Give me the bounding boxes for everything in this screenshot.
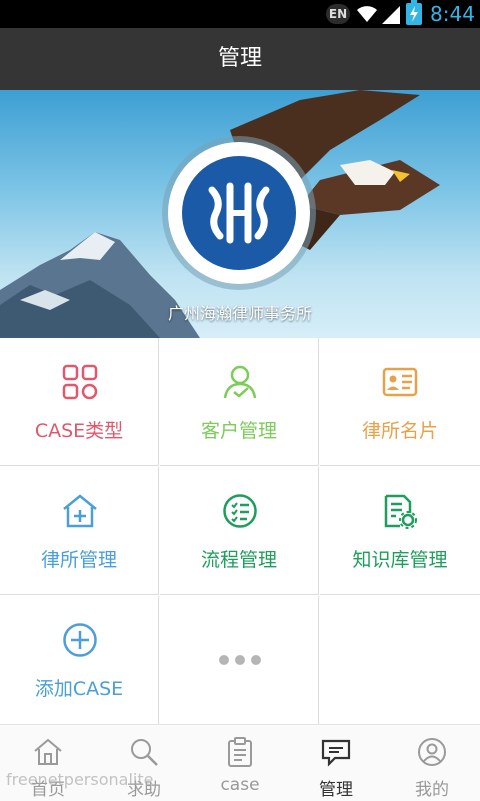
checklist-icon <box>223 494 257 528</box>
bottom-tab-bar: 首页 求助 case 管理 我的 <box>0 724 480 801</box>
grid-item-label: 添加CASE <box>34 678 124 700</box>
grid-item-firm-management[interactable]: 律所管理 <box>0 467 159 595</box>
clipboard-icon <box>228 737 252 767</box>
tab-home[interactable]: 首页 <box>0 725 96 801</box>
management-grid: CASE类型 客户管理 律所名片 律所管理 流程管理 知识库管理 添加CASE <box>0 338 480 724</box>
tab-case[interactable]: case <box>192 725 288 801</box>
grid-item-case-type[interactable]: CASE类型 <box>0 338 159 466</box>
plus-circle-icon <box>63 623 97 657</box>
watermark: freenetpersonalite <box>6 770 154 789</box>
grid-item-label: 律所名片 <box>361 420 438 442</box>
grid-item-label: 流程管理 <box>200 549 277 571</box>
grid-item-label: 律所管理 <box>40 549 117 571</box>
grid-item-add-case[interactable]: 添加CASE <box>0 596 159 724</box>
grid-item-label: 知识库管理 <box>352 549 448 571</box>
signal-icon <box>382 6 400 24</box>
tab-label: 我的 <box>415 780 449 800</box>
firm-name: 广州海瀚律师事务所 <box>167 304 312 323</box>
tab-management[interactable]: 管理 <box>288 725 384 801</box>
tab-mine[interactable]: 我的 <box>384 725 480 801</box>
firm-logo-mark-icon <box>208 182 270 244</box>
grid-item-label: CASE类型 <box>34 420 124 442</box>
grid-item-firm-card[interactable]: 律所名片 <box>320 338 480 466</box>
tab-label: case <box>220 775 260 795</box>
wifi-icon <box>357 6 377 22</box>
more-dots-icon <box>219 655 261 665</box>
apps-grid-icon <box>62 364 98 400</box>
search-icon <box>131 739 158 766</box>
grid-item-process-management[interactable]: 流程管理 <box>160 467 319 595</box>
grid-item-empty <box>320 596 480 724</box>
firm-logo <box>168 142 310 284</box>
status-bar: EN 8:44 <box>0 0 480 28</box>
language-indicator: EN <box>326 4 350 24</box>
user-check-icon <box>223 365 257 399</box>
clock: 8:44 <box>430 2 475 26</box>
tab-help[interactable]: 求助 <box>96 725 192 801</box>
document-gear-icon <box>384 494 417 529</box>
grid-item-client-management[interactable]: 客户管理 <box>160 338 319 466</box>
page-title: 管理 <box>0 28 480 90</box>
business-card-icon <box>382 367 418 397</box>
tab-label: 管理 <box>319 780 353 800</box>
grid-item-knowledge-base[interactable]: 知识库管理 <box>320 467 480 595</box>
profile-icon <box>418 738 446 766</box>
home-icon <box>34 738 62 765</box>
grid-item-more[interactable] <box>160 596 319 724</box>
banner: 广州海瀚律师事务所 <box>0 90 480 338</box>
grid-item-label: 客户管理 <box>200 420 277 442</box>
battery-icon <box>406 0 422 25</box>
house-plus-icon <box>63 494 97 528</box>
chat-bubble-icon <box>321 739 351 767</box>
